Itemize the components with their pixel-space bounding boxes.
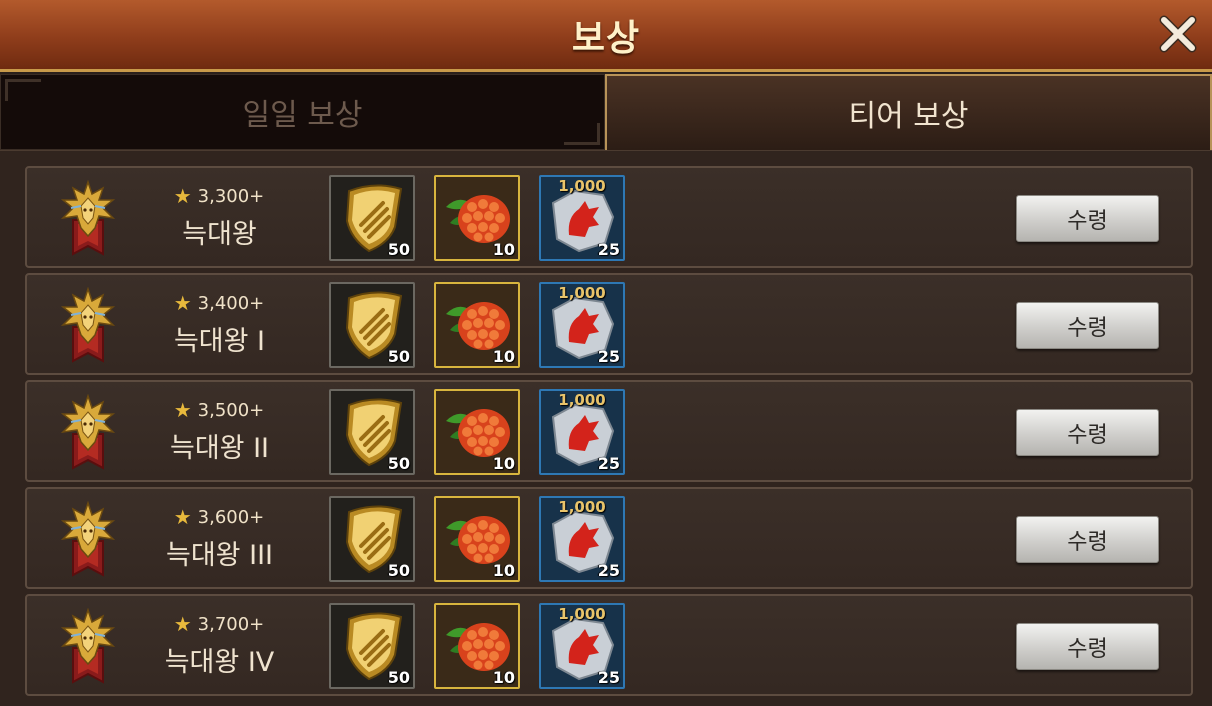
tier-name: 늑대왕 II (169, 433, 270, 464)
reward-list[interactable]: ★ 3,300+ 늑대왕 50 10 1,000 25 수령 ★ 3,400+ … (0, 150, 1212, 706)
tab-daily-rewards-label: 일일 보상 (242, 98, 363, 133)
reward-item-fragment[interactable]: 1,000 25 (539, 603, 625, 689)
reward-item-shield[interactable]: 50 (329, 389, 415, 475)
tab-corner-decoration (5, 79, 41, 101)
claim-button[interactable]: 수령 (1016, 195, 1159, 242)
tier-name: 늑대왕 III (166, 540, 273, 571)
item-quantity: 25 (597, 454, 620, 473)
reward-item-shield[interactable]: 50 (329, 603, 415, 689)
item-quantity: 50 (387, 454, 410, 473)
header-bar: 보상 (0, 0, 1212, 72)
wolf-king-emblem-icon (60, 394, 116, 470)
requirement-value: 3,300+ (197, 185, 265, 207)
item-quantity: 50 (387, 347, 410, 366)
fragment-amount: 1,000 (558, 177, 606, 195)
item-quantity: 10 (492, 240, 515, 259)
wolf-king-emblem-icon (60, 608, 116, 684)
tier-name: 늑대왕 IV (164, 647, 275, 678)
tab-daily-rewards[interactable]: 일일 보상 (0, 74, 605, 150)
tab-bar: 일일 보상 티어 보상 (0, 74, 1212, 150)
star-icon: ★ (173, 398, 192, 422)
claim-button[interactable]: 수령 (1016, 623, 1159, 670)
tier-name: 늑대왕 I (173, 326, 266, 357)
claim-button[interactable]: 수령 (1016, 516, 1159, 563)
reward-item-shield[interactable]: 50 (329, 496, 415, 582)
reward-row: ★ 3,500+ 늑대왕 II 50 10 1,000 25 수령 (25, 380, 1193, 482)
reward-item-berry[interactable]: 10 (434, 175, 520, 261)
requirement-score: ★ 3,500+ (159, 398, 279, 422)
fragment-amount: 1,000 (558, 284, 606, 302)
item-quantity: 10 (492, 454, 515, 473)
item-quantity: 10 (492, 668, 515, 687)
close-icon (1159, 15, 1197, 53)
reward-item-shield[interactable]: 50 (329, 282, 415, 368)
reward-row: ★ 3,300+ 늑대왕 50 10 1,000 25 수령 (25, 166, 1193, 268)
star-icon: ★ (173, 291, 192, 315)
wolf-king-emblem-icon (60, 180, 116, 256)
item-quantity: 25 (597, 561, 620, 580)
reward-item-fragment[interactable]: 1,000 25 (539, 389, 625, 475)
requirement-value: 3,700+ (197, 613, 265, 635)
item-quantity: 50 (387, 561, 410, 580)
claim-button[interactable]: 수령 (1016, 302, 1159, 349)
reward-item-berry[interactable]: 10 (434, 389, 520, 475)
tab-corner-decoration (564, 123, 600, 145)
fragment-amount: 1,000 (558, 391, 606, 409)
reward-row: ★ 3,600+ 늑대왕 III 50 10 1,000 25 수령 (25, 487, 1193, 589)
tab-tier-rewards[interactable]: 티어 보상 (605, 74, 1212, 150)
item-quantity: 10 (492, 347, 515, 366)
star-icon: ★ (173, 184, 192, 208)
star-icon: ★ (173, 612, 192, 636)
reward-item-fragment[interactable]: 1,000 25 (539, 175, 625, 261)
reward-item-shield[interactable]: 50 (329, 175, 415, 261)
page-title: 보상 (571, 17, 641, 59)
wolf-king-emblem-icon (60, 287, 116, 363)
reward-item-berry[interactable]: 10 (434, 496, 520, 582)
reward-item-fragment[interactable]: 1,000 25 (539, 282, 625, 368)
tab-tier-rewards-label: 티어 보상 (848, 99, 969, 134)
item-quantity: 25 (597, 347, 620, 366)
reward-row: ★ 3,400+ 늑대왕 I 50 10 1,000 25 수령 (25, 273, 1193, 375)
star-icon: ★ (173, 505, 192, 529)
requirement-score: ★ 3,400+ (159, 291, 279, 315)
item-quantity: 25 (597, 240, 620, 259)
wolf-king-emblem-icon (60, 501, 116, 577)
reward-item-fragment[interactable]: 1,000 25 (539, 496, 625, 582)
item-quantity: 25 (597, 668, 620, 687)
requirement-score: ★ 3,600+ (159, 505, 279, 529)
item-quantity: 10 (492, 561, 515, 580)
requirement-value: 3,500+ (197, 399, 265, 421)
fragment-amount: 1,000 (558, 605, 606, 623)
reward-row: ★ 3,700+ 늑대왕 IV 50 10 1,000 25 수령 (25, 594, 1193, 696)
item-quantity: 50 (387, 240, 410, 259)
requirement-value: 3,400+ (197, 292, 265, 314)
requirement-score: ★ 3,300+ (159, 184, 279, 208)
tier-name: 늑대왕 (182, 219, 257, 250)
item-quantity: 50 (387, 668, 410, 687)
reward-item-berry[interactable]: 10 (434, 282, 520, 368)
claim-button[interactable]: 수령 (1016, 409, 1159, 456)
close-button[interactable] (1156, 12, 1200, 56)
requirement-score: ★ 3,700+ (159, 612, 279, 636)
reward-item-berry[interactable]: 10 (434, 603, 520, 689)
fragment-amount: 1,000 (558, 498, 606, 516)
requirement-value: 3,600+ (197, 506, 265, 528)
